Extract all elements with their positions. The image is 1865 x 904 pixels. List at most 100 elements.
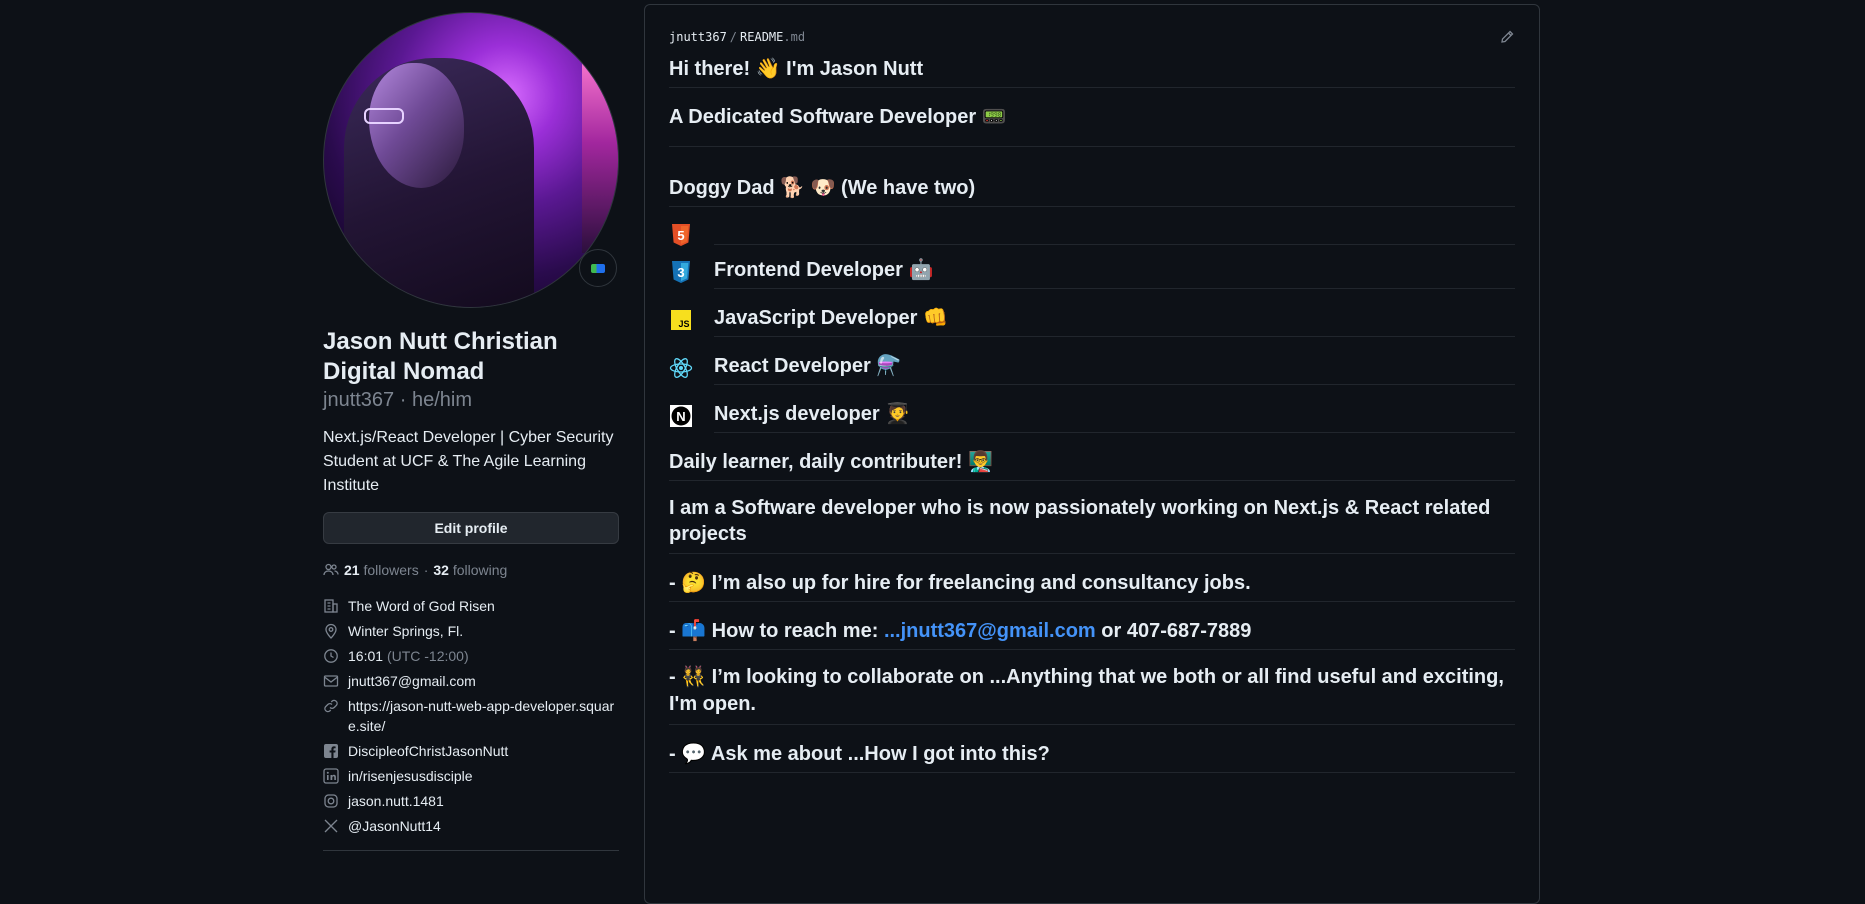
readme-content: Hi there! 👋 I'm Jason Nutt A Dedicated S… [669, 54, 1515, 773]
instagram-link[interactable]: jason.nutt.1481 [348, 791, 444, 811]
next-logo-text: N [676, 409, 685, 424]
local-time: 16:01 [348, 648, 384, 664]
readme-greeting: Hi there! 👋 I'm Jason Nutt [669, 54, 1515, 88]
company-text: The Word of God Risen [348, 598, 495, 614]
readme-block-ask: - 💬 Ask me about ...How I got into this? [669, 739, 1515, 773]
detail-time: 16:01 (UTC -12:00) [323, 646, 619, 666]
readme-working: I am a Software developer who is now pas… [669, 495, 1515, 554]
followers-link[interactable]: 21 followers [344, 562, 419, 578]
mail-icon [323, 673, 339, 689]
readme-row-html5: 5 [669, 223, 1515, 247]
x-icon [323, 818, 339, 834]
readme-block-reach: - 📫 How to reach me: ...jnutt367@gmail.c… [669, 616, 1515, 650]
instagram-icon [323, 793, 339, 809]
readme-row-javascript: JS JavaScript Developer 👊 [669, 303, 1515, 337]
html5-icon: 5 [672, 224, 690, 246]
avatar-glasses [364, 108, 404, 124]
facebook-link[interactable]: DiscipleofChristJasonNutt [348, 741, 508, 761]
html5-logo-text: 5 [677, 228, 684, 243]
readme-react: React Developer ⚗️ [714, 351, 1515, 385]
readme-nextjs: Next.js developer 🧑‍🎓 [714, 399, 1515, 433]
readme-empty-heading [714, 225, 1515, 245]
profile-bio: Next.js/React Developer | Cyber Security… [323, 429, 614, 494]
readme-header: jnutt367/README.md [669, 29, 1515, 45]
readme-frontend: Frontend Developer 🤖 [714, 255, 1515, 289]
css3-icon: 3 [672, 261, 690, 283]
react-icon [669, 358, 693, 378]
avatar[interactable] [323, 12, 619, 308]
edit-readme-pencil-icon[interactable] [1499, 29, 1515, 45]
readme-block-collab: - 👯 I’m looking to collaborate on ...Any… [669, 664, 1515, 725]
link-icon [323, 698, 339, 714]
readme-card: jnutt367/README.md Hi there! 👋 I'm Jason… [644, 4, 1540, 904]
readme-user-link[interactable]: jnutt367 [669, 30, 727, 44]
readme-ask: - 💬 Ask me about ...How I got into this? [669, 739, 1515, 773]
readme-file-name: README [740, 30, 784, 44]
organization-icon [323, 598, 339, 614]
followers-label: followers [363, 562, 419, 578]
status-badge[interactable] [579, 249, 617, 287]
javascript-icon: JS [671, 310, 691, 330]
readme-block-hire: - 🤔 I’m also up for hire for freelancing… [669, 568, 1515, 602]
detail-instagram: jason.nutt.1481 [323, 791, 619, 811]
nextjs-icon: N [670, 405, 692, 427]
js-logo-text: JS [678, 319, 689, 329]
name-line-2: Digital Nomad [323, 358, 485, 385]
clock-icon [323, 648, 339, 664]
name-line-1: Jason Nutt Christian [323, 328, 558, 355]
readme-doggy: Doggy Dad 🐕 🐶 (We have two) [669, 173, 1515, 207]
location-text: Winter Springs, Fl. [348, 623, 464, 639]
reach-email-link[interactable]: ...jnutt367@gmail.com [884, 620, 1096, 642]
sidebar-divider [323, 850, 619, 851]
followers-count: 21 [344, 562, 360, 578]
detail-twitter: @JasonNutt14 [323, 816, 619, 836]
linkedin-link[interactable]: in/risenjesusdisciple [348, 766, 473, 786]
status-emoji-icon [591, 263, 605, 273]
location-icon [323, 623, 339, 639]
profile-login: jnutt367 · he/him [323, 389, 472, 411]
readme-javascript: JavaScript Developer 👊 [714, 303, 1515, 337]
readme-file-link[interactable]: README.md [740, 30, 805, 44]
readme-row-nextjs: N Next.js developer 🧑‍🎓 [669, 399, 1515, 433]
following-link[interactable]: 32 following [433, 562, 507, 578]
detail-linkedin: in/risenjesusdisciple [323, 766, 619, 786]
facebook-icon [323, 743, 339, 759]
breadcrumb-separator: / [729, 30, 738, 44]
readme-reach: - 📫 How to reach me: ...jnutt367@gmail.c… [669, 616, 1515, 650]
readme-block-doggy: Doggy Dad 🐕 🐶 (We have two) [669, 173, 1515, 207]
detail-facebook: DiscipleofChristJasonNutt [323, 741, 619, 761]
detail-email: jnutt367@gmail.com [323, 671, 619, 691]
readme-row-frontend: 3 Frontend Developer 🤖 [669, 255, 1515, 289]
readme-row-react: React Developer ⚗️ [669, 351, 1515, 385]
email-link[interactable]: jnutt367@gmail.com [348, 671, 476, 691]
readme-block-working: I am a Software developer who is now pas… [669, 495, 1515, 554]
following-count: 32 [433, 562, 449, 578]
readme-collab: - 👯 I’m looking to collaborate on ...Any… [669, 664, 1515, 725]
detail-company: The Word of God Risen [323, 596, 619, 616]
following-label: following [452, 562, 508, 578]
css3-logo-text: 3 [677, 265, 684, 280]
readme-block-dedicated: A Dedicated Software Developer 📟 [669, 102, 1515, 147]
edit-profile-button[interactable]: Edit profile [323, 512, 619, 544]
timezone: (UTC -12:00) [386, 648, 469, 664]
reach-prefix: - 📫 How to reach me: [669, 620, 884, 642]
profile-details: The Word of God Risen Winter Springs, Fl… [323, 596, 619, 836]
follow-stats: 21 followers · 32 following [323, 562, 619, 578]
readme-file-ext: .md [783, 30, 806, 44]
detail-website: https://jason-nutt-web-app-developer.squ… [323, 696, 619, 736]
linkedin-icon [323, 768, 339, 784]
website-link[interactable]: https://jason-nutt-web-app-developer.squ… [348, 696, 619, 736]
readme-learner: Daily learner, daily contributer! 👨‍🏫 [669, 447, 1515, 481]
readme-hire: - 🤔 I’m also up for hire for freelancing… [669, 568, 1515, 602]
readme-breadcrumb: jnutt367/README.md [669, 30, 805, 44]
readme-block-greeting: Hi there! 👋 I'm Jason Nutt [669, 54, 1515, 88]
follow-separator: · [423, 562, 429, 578]
detail-location: Winter Springs, Fl. [323, 621, 619, 641]
reach-suffix: or 407-687-7889 [1095, 620, 1252, 642]
twitter-link[interactable]: @JasonNutt14 [348, 816, 441, 836]
people-icon [323, 562, 339, 578]
profile-fullname: Jason Nutt Christian Digital Nomad [323, 327, 619, 387]
profile-sidebar: Jason Nutt Christian Digital Nomad jnutt… [323, 12, 619, 851]
readme-dedicated: A Dedicated Software Developer 📟 [669, 102, 1515, 147]
readme-block-learner: Daily learner, daily contributer! 👨‍🏫 [669, 447, 1515, 481]
